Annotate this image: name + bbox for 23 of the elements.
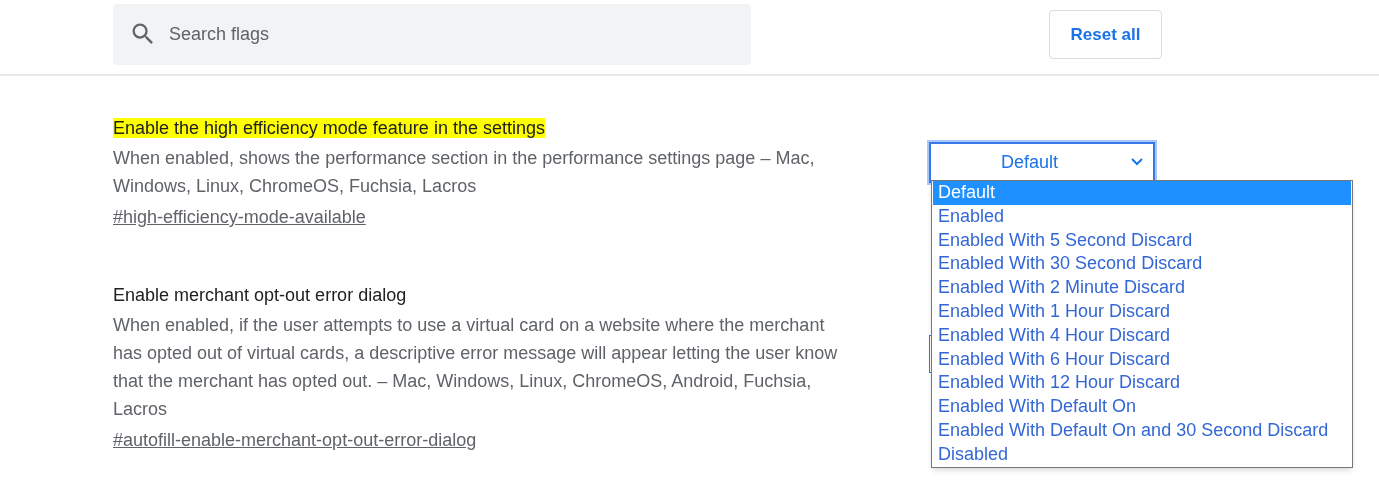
dropdown-option[interactable]: Enabled With 12 Hour Discard (933, 371, 1351, 396)
dropdown-option[interactable]: Enabled With 6 Hour Discard (933, 347, 1351, 372)
flag-link[interactable]: #high-efficiency-mode-available (113, 207, 366, 227)
dropdown-option[interactable]: Enabled With Default On and 30 Second Discard (933, 418, 1351, 443)
select-value: Default (1001, 151, 1059, 174)
dropdown-option[interactable]: Enabled With 30 Second Discard (933, 252, 1351, 277)
flag-select[interactable]: Default (929, 142, 1155, 183)
search-field[interactable]: Search flags (113, 4, 751, 65)
dropdown-option[interactable]: Enabled With 4 Hour Discard (933, 323, 1351, 348)
reset-all-button[interactable]: Reset all (1049, 10, 1162, 59)
flag-title: Enable the high efficiency mode feature in the settings (113, 118, 545, 138)
dropdown-option[interactable]: Default (933, 181, 1351, 205)
flag-description: When enabled, shows the performance section in the performance settings page – Mac, Windows, Linux, ChromeOS, Fuchsia, Lacros (113, 147, 816, 198)
chevron-down-icon (1131, 158, 1143, 166)
dropdown-option[interactable]: Enabled With 1 Hour Discard (933, 300, 1351, 324)
flag-title: Enable merchant opt-out error dialog (113, 285, 407, 305)
dropdown-option[interactable]: Enabled With 5 Second Discard (933, 228, 1351, 253)
flag-link[interactable]: #autofill-enable-merchant-opt-out-error-dialog (113, 430, 477, 450)
dropdown-option[interactable]: Enabled (933, 204, 1351, 229)
dropdown-option[interactable]: Disabled (933, 442, 1351, 467)
dropdown-option[interactable]: Enabled With Default On (933, 395, 1351, 419)
flag-description: When enabled, if the user attempts to use a virtual card on a website where the merchant has opted out of virtual cards, a descriptive error message will appear letting the user know that the merchant has opted out. – Mac, Windows, Linux, ChromeOS, Android, Fuchsia, Lacros (113, 314, 839, 421)
dropdown-option[interactable]: Enabled With 2 Minute Discard (933, 276, 1351, 300)
